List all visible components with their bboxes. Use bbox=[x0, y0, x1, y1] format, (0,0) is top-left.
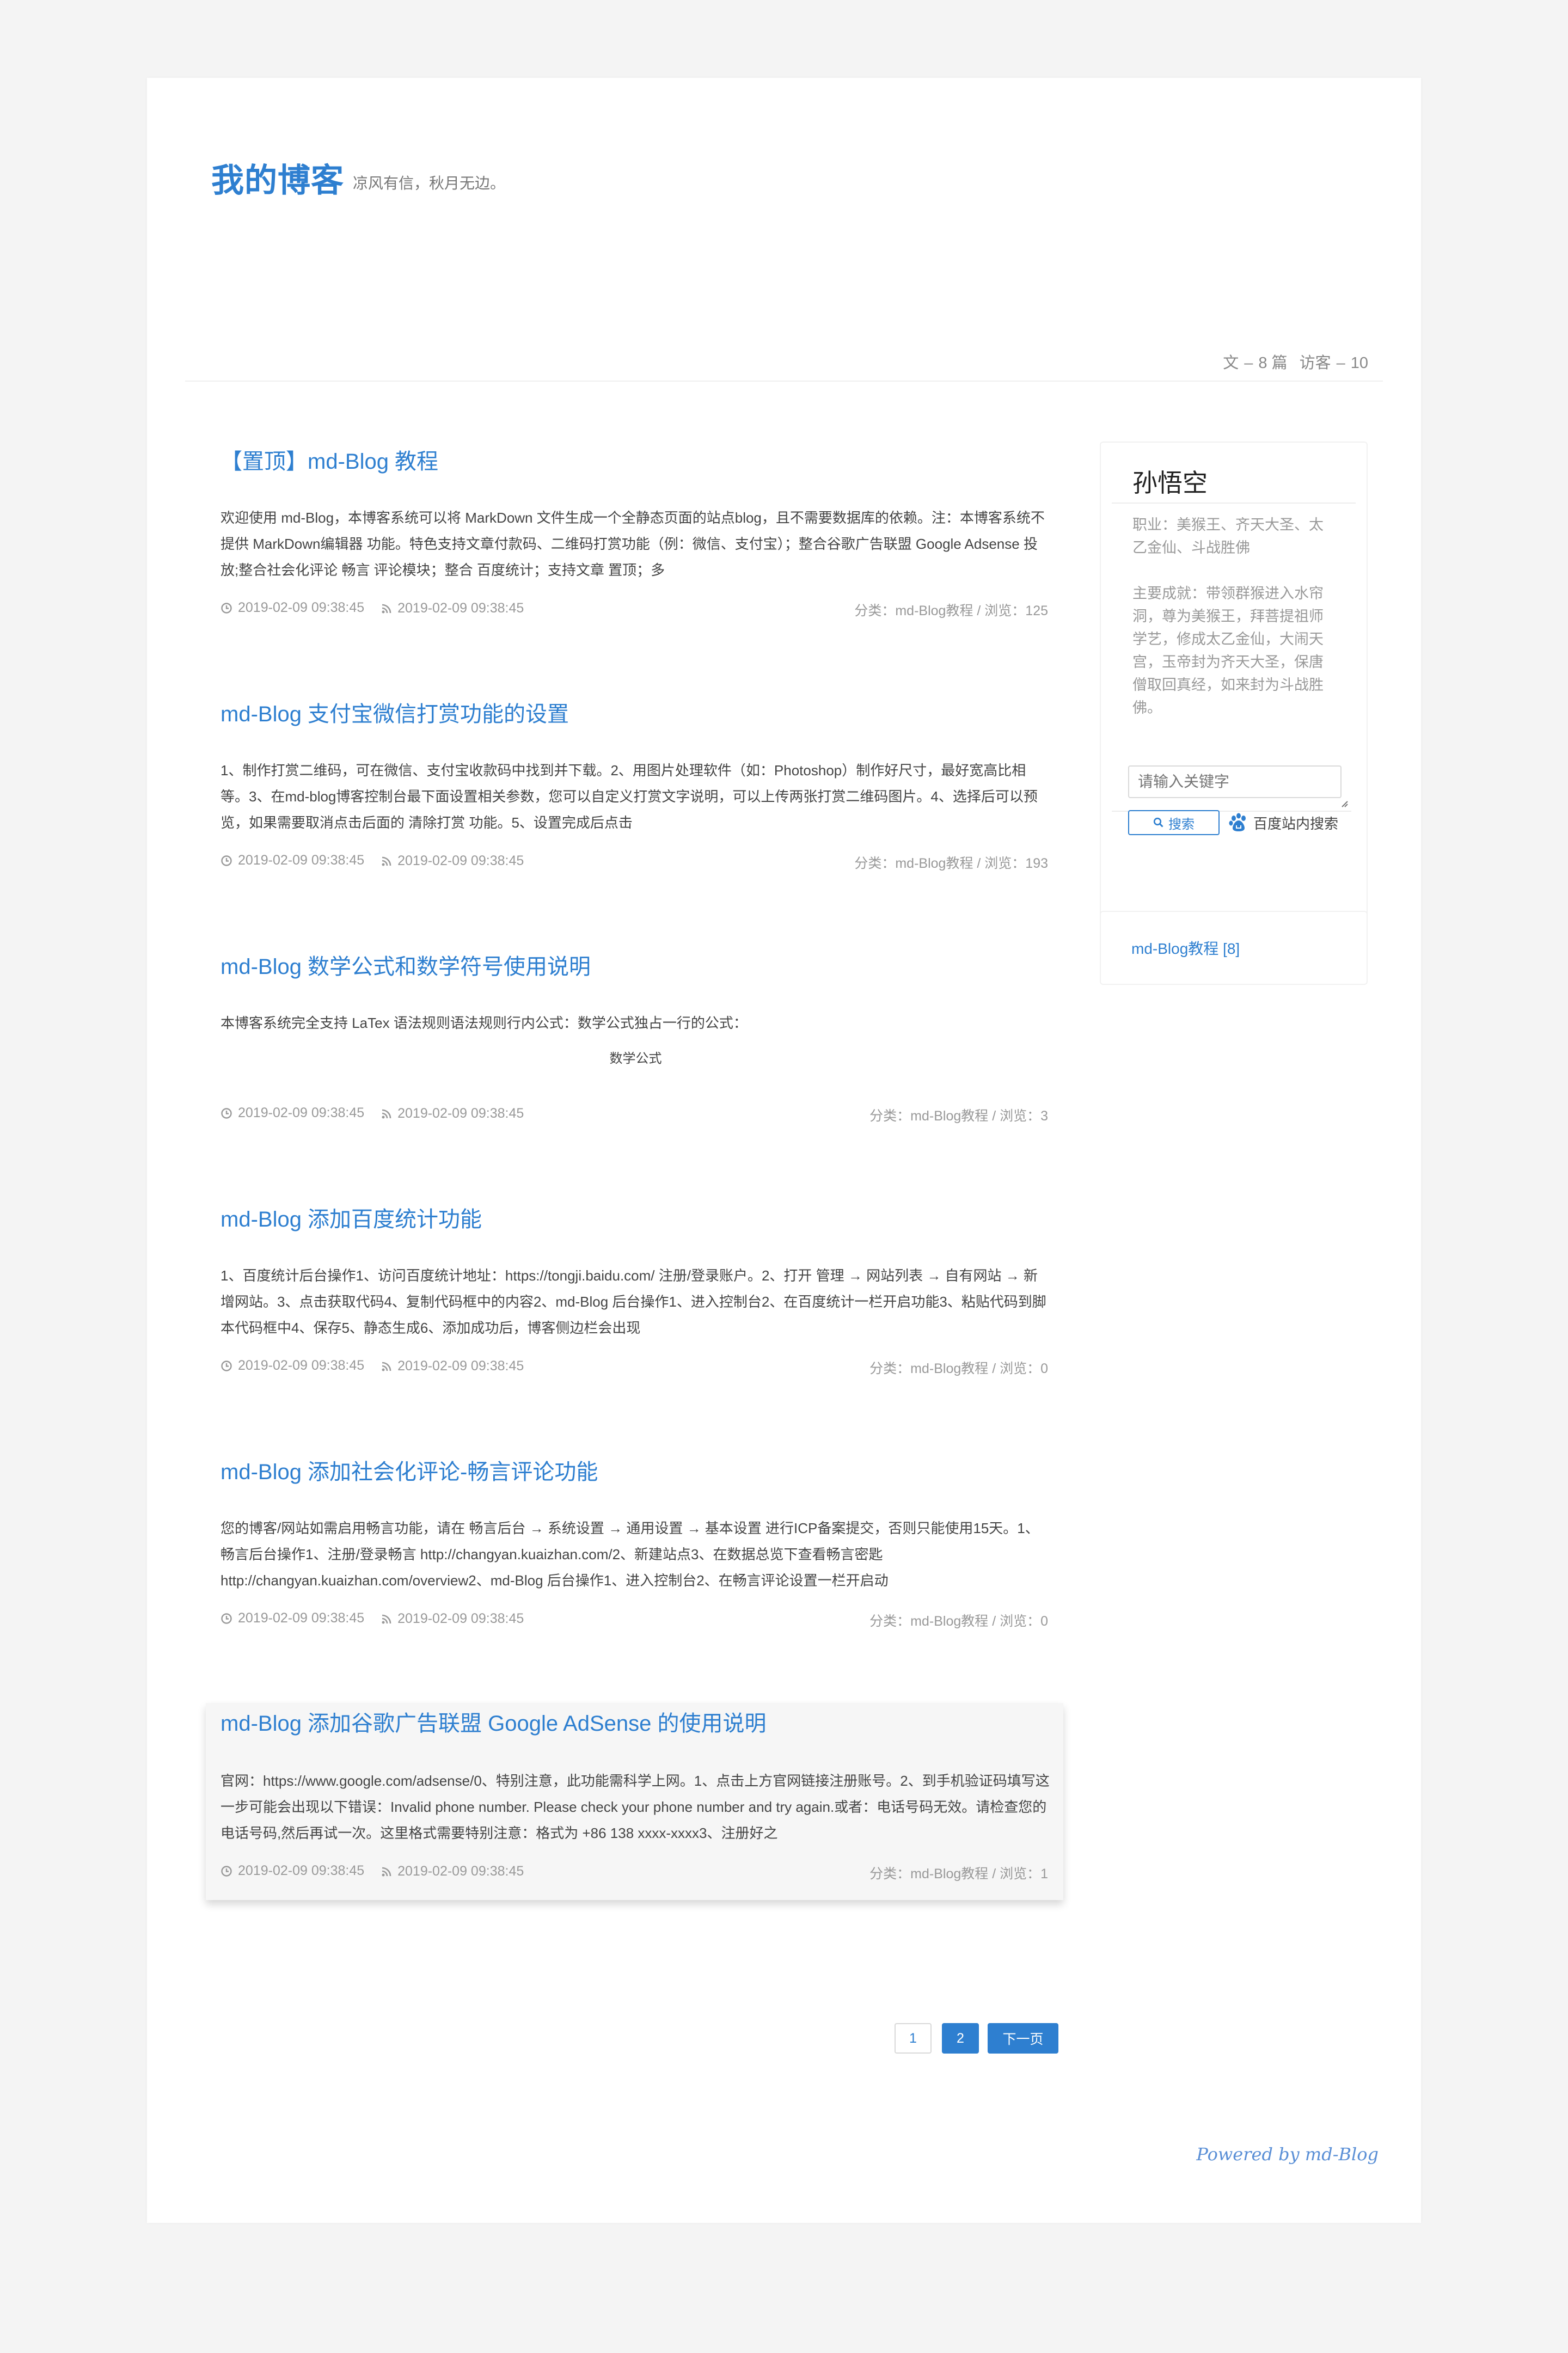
created-date-text: 2019-02-09 09:38:45 bbox=[238, 600, 365, 615]
post-title[interactable]: md-Blog 添加百度统计功能 bbox=[220, 1202, 482, 1233]
post-item: md-Blog 数学公式和数学符号使用说明 本博客系统完全支持 LaTex 语法… bbox=[206, 949, 1063, 1148]
page-container: 我的博客 凉风有信，秋月无边。 文 –8 篇访客 –10 【置顶】md-Blog 教… bbox=[147, 78, 1421, 2223]
post-excerpt: 您的博客/网站如需启用畅言功能，请在 畅言后台 → 系统设置 → 通用设置 → … bbox=[220, 1520, 1039, 1589]
post-excerpt: 1、制作打赏二维码，可在微信、支付宝收款码中找到并下载。2、用图片处理软件（如：… bbox=[220, 762, 1038, 831]
site-title[interactable]: 我的博客 bbox=[211, 154, 344, 201]
post-title[interactable]: md-Blog 添加社会化评论-畅言评论功能 bbox=[220, 1454, 598, 1486]
search-icon bbox=[1153, 817, 1163, 828]
category-views: 分类：md-Blog教程 / 浏览：0 bbox=[869, 1614, 1048, 1629]
clock-icon bbox=[221, 1360, 232, 1371]
updated-date-text: 2019-02-09 09:38:45 bbox=[397, 1864, 524, 1879]
rss-icon bbox=[382, 856, 391, 866]
stats-dash: – bbox=[1244, 354, 1253, 372]
category-views: 分类：md-Blog教程 / 浏览：125 bbox=[854, 603, 1048, 618]
created-date: 2019-02-09 09:38:45 bbox=[220, 853, 364, 868]
search-button[interactable]: 搜索 bbox=[1128, 810, 1220, 835]
clock-icon bbox=[221, 1613, 232, 1624]
next-page-button[interactable]: 下一页 bbox=[988, 2023, 1058, 2054]
visitors-count: 10 bbox=[1350, 354, 1368, 372]
post-meta: 2019-02-09 09:38:45 2019-02-09 09:38:45 … bbox=[220, 1610, 1048, 1630]
created-date-text: 2019-02-09 09:38:45 bbox=[238, 1358, 365, 1373]
updated-date-text: 2019-02-09 09:38:45 bbox=[397, 1611, 524, 1626]
category-widget: md-Blog教程 [8] bbox=[1100, 911, 1368, 985]
updated-date: 2019-02-09 09:38:45 bbox=[381, 1358, 524, 1374]
post-title[interactable]: md-Blog 添加谷歌广告联盟 Google AdSense 的使用说明 bbox=[220, 1706, 767, 1737]
bio-achievements: 主要成就：带领群猴进入水帘洞，尊为美猴王，拜菩提祖师学艺，修成太乙金仙，大闹天宫… bbox=[1132, 585, 1324, 716]
created-date: 2019-02-09 09:38:45 bbox=[220, 1610, 364, 1626]
post-item: 【置顶】md-Blog 教程 欢迎使用 md-Blog，本博客系统可以将 Mar… bbox=[206, 444, 1063, 642]
category-link-md-blog[interactable]: md-Blog教程 [8] bbox=[1131, 937, 1240, 959]
updated-date-text: 2019-02-09 09:38:45 bbox=[397, 600, 524, 616]
profile-widget: 孙悟空 职业：美猴王、齐天大圣、太乙金仙、斗战胜佛 主要成就：带领群猴进入水帘洞… bbox=[1100, 442, 1368, 950]
updated-date-text: 2019-02-09 09:38:45 bbox=[397, 1358, 524, 1374]
rss-icon bbox=[382, 1362, 391, 1371]
created-date-text: 2019-02-09 09:38:45 bbox=[238, 1610, 365, 1626]
post-item: md-Blog 支付宝微信打赏功能的设置 1、制作打赏二维码，可在微信、支付宝收… bbox=[206, 696, 1063, 895]
post-meta: 2019-02-09 09:38:45 2019-02-09 09:38:45 … bbox=[220, 1863, 1048, 1883]
clock-icon bbox=[221, 1865, 232, 1877]
created-date-text: 2019-02-09 09:38:45 bbox=[238, 1863, 365, 1878]
updated-date: 2019-02-09 09:38:45 bbox=[381, 1864, 524, 1879]
post-title[interactable]: md-Blog 数学公式和数学符号使用说明 bbox=[220, 949, 591, 981]
articles-label: 文 bbox=[1223, 354, 1239, 372]
post-excerpt-text: 本博客系统完全支持 LaTex 语法规则语法规则行内公式：数学公式独占一行的公式… bbox=[220, 1015, 748, 1031]
profile-name: 孙悟空 bbox=[1132, 469, 1208, 497]
clock-icon bbox=[221, 1107, 232, 1119]
created-date: 2019-02-09 09:38:45 bbox=[220, 1358, 364, 1374]
profile-divider bbox=[1112, 503, 1356, 504]
post-excerpt: 1、百度统计后台操作1、访问百度统计地址：https://tongji.baid… bbox=[220, 1267, 1046, 1336]
category-views: 分类：md-Blog教程 / 浏览：0 bbox=[869, 1361, 1048, 1376]
articles-unit: 篇 bbox=[1271, 354, 1288, 372]
articles-count: 8 bbox=[1258, 354, 1267, 372]
updated-date: 2019-02-09 09:38:45 bbox=[381, 1611, 524, 1627]
rss-icon bbox=[382, 1867, 391, 1876]
post-excerpt: 本博客系统完全支持 LaTex 语法规则语法规则行内公式：数学公式独占一行的公式… bbox=[220, 1010, 1051, 1072]
updated-date: 2019-02-09 09:38:45 bbox=[381, 853, 524, 869]
search-input[interactable] bbox=[1128, 765, 1342, 798]
updated-date: 2019-02-09 09:38:45 bbox=[381, 600, 524, 616]
post-meta: 2019-02-09 09:38:45 2019-02-09 09:38:45 … bbox=[220, 1105, 1048, 1125]
created-date-text: 2019-02-09 09:38:45 bbox=[238, 853, 365, 868]
header-divider bbox=[185, 381, 1383, 382]
search-button-label: 搜索 bbox=[1168, 817, 1195, 832]
stats-dash: – bbox=[1336, 354, 1345, 372]
category-views: 分类：md-Blog教程 / 浏览：1 bbox=[869, 1866, 1048, 1882]
bio-occupation: 职业：美猴王、齐天大圣、太乙金仙、斗战胜佛 bbox=[1132, 517, 1324, 556]
post-excerpt: 官网：https://www.google.com/adsense/0、特别注意… bbox=[220, 1773, 1050, 1841]
updated-date: 2019-02-09 09:38:45 bbox=[381, 1106, 524, 1122]
baidu-search-label: 百度站内搜索 bbox=[1253, 815, 1339, 832]
clock-icon bbox=[221, 855, 232, 866]
post-item-highlighted[interactable]: md-Blog 添加谷歌广告联盟 Google AdSense 的使用说明 官网… bbox=[206, 1703, 1063, 1900]
created-date-text: 2019-02-09 09:38:45 bbox=[238, 1105, 365, 1120]
post-title[interactable]: md-Blog 支付宝微信打赏功能的设置 bbox=[220, 696, 569, 728]
rss-icon bbox=[382, 1614, 391, 1623]
post-meta: 2019-02-09 09:38:45 2019-02-09 09:38:45 … bbox=[220, 1358, 1048, 1377]
baidu-paw-icon bbox=[1229, 813, 1246, 831]
site-stats: 文 –8 篇访客 –10 bbox=[1223, 350, 1368, 373]
powered-by-link[interactable]: Powered by md-Blog bbox=[1196, 2144, 1379, 2165]
updated-date-text: 2019-02-09 09:38:45 bbox=[397, 853, 524, 868]
post-item: md-Blog 添加百度统计功能 1、百度统计后台操作1、访问百度统计地址：ht… bbox=[206, 1202, 1063, 1400]
post-meta: 2019-02-09 09:38:45 2019-02-09 09:38:45 … bbox=[220, 600, 1048, 620]
category-views: 分类：md-Blog教程 / 浏览：193 bbox=[854, 856, 1048, 871]
post-excerpt: 欢迎使用 md-Blog，本博客系统可以将 MarkDown 文件生成一个全静态… bbox=[220, 510, 1045, 578]
clock-icon bbox=[221, 602, 232, 614]
page-1-button[interactable]: 1 bbox=[895, 2023, 932, 2054]
created-date: 2019-02-09 09:38:45 bbox=[220, 1105, 364, 1121]
page-2-button[interactable]: 2 bbox=[942, 2023, 979, 2054]
post-meta: 2019-02-09 09:38:45 2019-02-09 09:38:45 … bbox=[220, 853, 1048, 872]
rss-icon bbox=[382, 604, 391, 613]
category-views: 分类：md-Blog教程 / 浏览：3 bbox=[869, 1108, 1048, 1124]
post-item: md-Blog 添加社会化评论-畅言评论功能 您的博客/网站如需启用畅言功能，请… bbox=[206, 1454, 1063, 1653]
baidu-search-link[interactable]: 百度站内搜索 bbox=[1228, 808, 1338, 837]
resize-grip-icon[interactable] bbox=[1339, 799, 1348, 807]
updated-date-text: 2019-02-09 09:38:45 bbox=[397, 1106, 524, 1121]
math-formula: 数学公式 bbox=[609, 1051, 662, 1066]
visitors-label: 访客 bbox=[1299, 354, 1331, 372]
rss-icon bbox=[382, 1109, 391, 1118]
created-date: 2019-02-09 09:38:45 bbox=[220, 1863, 364, 1879]
created-date: 2019-02-09 09:38:45 bbox=[220, 600, 364, 616]
site-subtitle: 凉风有信，秋月无边。 bbox=[353, 175, 506, 192]
post-title[interactable]: 【置顶】md-Blog 教程 bbox=[220, 444, 438, 475]
